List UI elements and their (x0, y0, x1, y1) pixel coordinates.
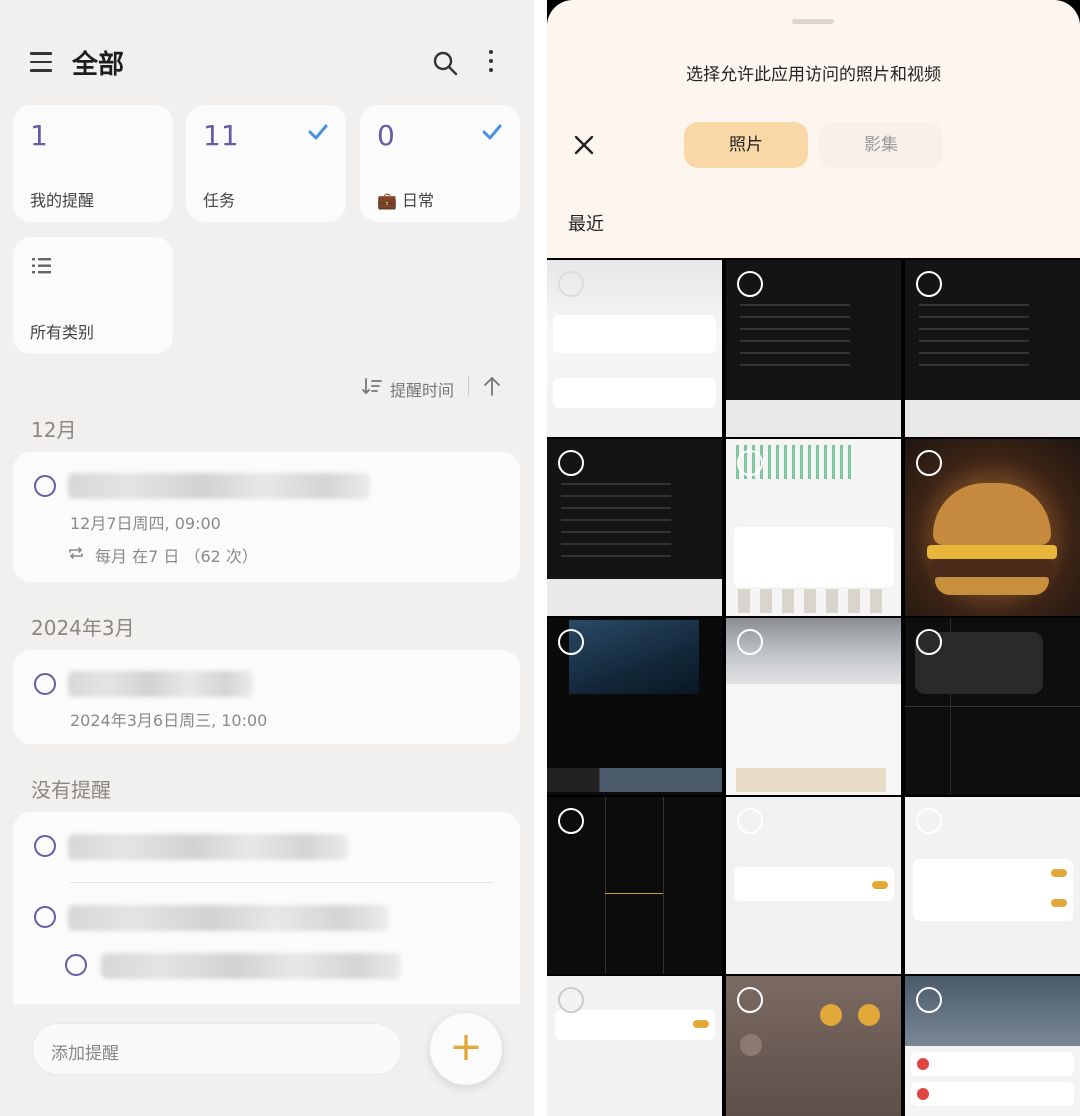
close-icon[interactable] (573, 134, 595, 156)
group-header: 没有提醒 (31, 778, 111, 802)
reminders-app: 全部 1 我的提醒 11 任务 0 💼 日常 所有类别 提醒时间 12月 12月… (0, 0, 534, 1116)
photo-thumbnail[interactable] (726, 797, 901, 974)
subtask-checkbox[interactable] (65, 954, 87, 976)
reminder-checkbox[interactable] (34, 835, 56, 857)
card-daily[interactable]: 0 💼 日常 (360, 105, 520, 222)
card-count: 1 (30, 119, 48, 152)
pane-divider (534, 0, 547, 1116)
photo-thumbnail[interactable] (726, 260, 901, 437)
add-reminder-input[interactable]: 添加提醒 (32, 1023, 402, 1075)
sort-bar: 提醒时间 (360, 374, 510, 400)
card-count: 11 (203, 119, 239, 152)
select-circle[interactable] (558, 808, 584, 834)
reminder-card[interactable]: 2024年3月6日周三, 10:00 (13, 650, 520, 744)
select-circle[interactable] (737, 271, 763, 297)
redacted-title (68, 473, 370, 499)
photo-thumbnail[interactable] (547, 797, 722, 974)
picker-header: 选择允许此应用访问的照片和视频 照片 影集 最近 (547, 0, 1080, 258)
select-circle[interactable] (916, 987, 942, 1013)
photo-thumbnail[interactable] (726, 976, 901, 1116)
photo-thumbnail[interactable] (547, 976, 722, 1116)
card-my-reminders[interactable]: 1 我的提醒 (13, 105, 173, 222)
more-options-icon[interactable] (488, 50, 494, 76)
select-circle[interactable] (558, 629, 584, 655)
select-circle[interactable] (558, 450, 584, 476)
select-circle[interactable] (916, 629, 942, 655)
redacted-title (68, 834, 348, 860)
reminder-checkbox[interactable] (34, 906, 56, 928)
repeat-icon (69, 547, 83, 559)
sort-icon[interactable] (362, 376, 382, 396)
card-label: 我的提醒 (30, 191, 95, 210)
add-reminder-placeholder: 添加提醒 (51, 1044, 119, 1064)
reminder-card[interactable]: 12月7日周四, 09:00 每月 在7 日 （62 次） (13, 452, 520, 582)
sheet-title: 选择允许此应用访问的照片和视频 (686, 65, 941, 85)
photo-thumbnail[interactable] (905, 976, 1080, 1116)
page-title: 全部 (72, 50, 125, 80)
card-label: 💼 日常 (377, 191, 435, 210)
select-circle[interactable] (558, 271, 584, 297)
select-circle[interactable] (916, 271, 942, 297)
divider (468, 376, 469, 396)
group-header: 2024年3月 (31, 616, 135, 640)
search-icon[interactable] (432, 50, 458, 76)
plus-icon: + (449, 1024, 483, 1070)
reminder-date: 12月7日周四, 09:00 (70, 514, 221, 533)
photo-thumbnail[interactable] (547, 439, 722, 616)
select-circle[interactable] (737, 629, 763, 655)
reminder-checkbox[interactable] (34, 475, 56, 497)
card-label: 任务 (203, 191, 236, 210)
photo-thumbnail[interactable] (905, 260, 1080, 437)
tab-photos[interactable]: 照片 (684, 122, 808, 168)
card-count: 0 (377, 119, 395, 152)
select-circle[interactable] (737, 450, 763, 476)
reminder-card (13, 812, 520, 1032)
photo-thumbnail[interactable] (726, 618, 901, 795)
redacted-title (101, 953, 401, 979)
photo-thumbnail[interactable] (726, 439, 901, 616)
tab-albums[interactable]: 影集 (819, 122, 943, 168)
select-circle[interactable] (737, 987, 763, 1013)
photo-thumbnail[interactable] (905, 439, 1080, 616)
select-circle[interactable] (916, 450, 942, 476)
photo-thumbnail[interactable] (905, 618, 1080, 795)
card-tasks[interactable]: 11 任务 (186, 105, 346, 222)
select-circle[interactable] (558, 987, 584, 1013)
photo-thumbnail[interactable] (905, 797, 1080, 974)
group-header: 12月 (31, 418, 77, 442)
add-button[interactable]: + (430, 1013, 502, 1085)
check-icon (482, 124, 502, 140)
photo-picker: 选择允许此应用访问的照片和视频 照片 影集 最近 (547, 0, 1080, 1116)
menu-icon[interactable] (30, 52, 52, 74)
list-icon (32, 258, 51, 274)
reminder-checkbox[interactable] (34, 673, 56, 695)
reminder-date: 2024年3月6日周三, 10:00 (70, 711, 268, 730)
drag-handle[interactable] (792, 19, 834, 24)
photo-grid (547, 258, 1080, 1116)
card-all-categories[interactable]: 所有类别 (13, 237, 173, 354)
section-title: 最近 (568, 214, 604, 235)
redacted-title (68, 905, 388, 931)
photo-thumbnail[interactable] (547, 260, 722, 437)
check-icon (308, 124, 328, 140)
select-circle[interactable] (916, 808, 942, 834)
photo-thumbnail[interactable] (547, 618, 722, 795)
sort-label[interactable]: 提醒时间 (390, 377, 454, 401)
divider (70, 882, 494, 883)
card-label: 所有类别 (30, 323, 95, 342)
arrow-up-icon[interactable] (482, 375, 502, 397)
redacted-title (68, 671, 253, 697)
repeat-text: 每月 在7 日 （62 次） (95, 547, 258, 566)
select-circle[interactable] (737, 808, 763, 834)
